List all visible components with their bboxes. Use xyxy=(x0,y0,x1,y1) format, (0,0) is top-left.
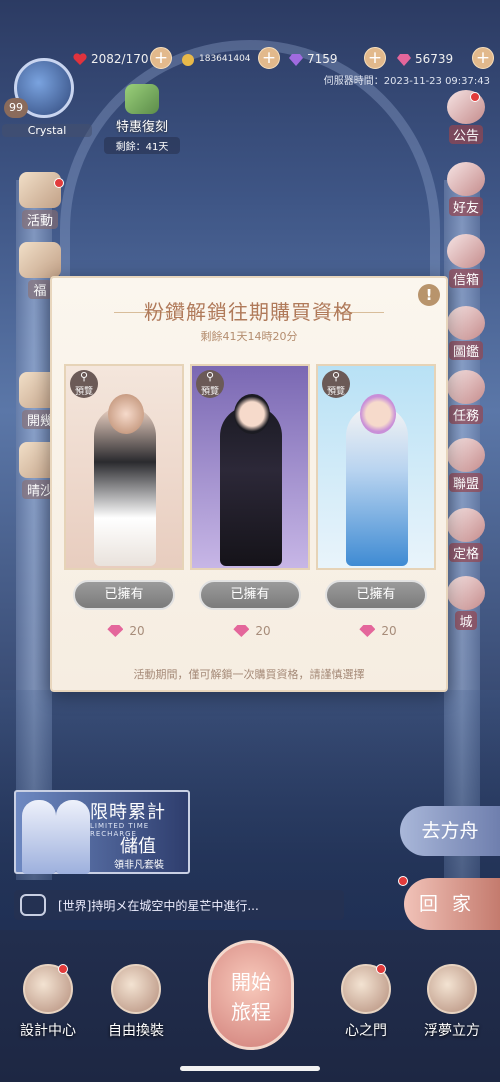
nav-label: 心之門 xyxy=(345,1023,387,1039)
preview-button[interactable]: ⚲ 預覽 xyxy=(70,370,98,398)
start-journey-button[interactable]: 開始 旅程 xyxy=(208,940,294,1050)
pink-diamond-counter: 56739 xyxy=(396,50,453,68)
price-3: 20 xyxy=(338,624,418,638)
owned-button-1[interactable]: 已擁有 xyxy=(73,580,175,610)
notification-dot xyxy=(376,964,386,974)
side-item-label: 信箱 xyxy=(448,269,483,288)
banner-caption: 領非凡套裝 xyxy=(114,860,164,871)
friend-icon xyxy=(447,162,485,196)
nav-heart-door[interactable]: 心之門 xyxy=(326,964,406,1040)
side-item-label: 活動 xyxy=(21,210,58,229)
cube-icon xyxy=(427,964,477,1014)
magnifier-icon: ⚲ xyxy=(205,370,215,383)
banner-character-1 xyxy=(22,800,56,874)
preview-button[interactable]: ⚲ 預覽 xyxy=(322,370,350,398)
pink-diamond-icon xyxy=(359,625,376,637)
side-item-friend[interactable]: 好友 xyxy=(440,162,492,216)
pink-diamond-icon xyxy=(107,625,124,637)
magnifier-icon: ⚲ xyxy=(79,370,89,383)
offer-label: 特惠復刻 xyxy=(115,120,168,135)
preview-button[interactable]: ⚲ 預覽 xyxy=(196,370,224,398)
notification-dot xyxy=(398,876,408,886)
pink-diamond-icon xyxy=(397,54,411,66)
nav-label: 設計中心 xyxy=(20,1023,76,1039)
popup-note: 活動期間，僅可解鎖一次購買資格，請謹慎選擇 xyxy=(133,668,365,681)
notification-dot xyxy=(470,92,480,102)
heart-icon xyxy=(73,53,87,65)
dress-icon xyxy=(111,964,161,1014)
pink-diamond-icon xyxy=(233,625,250,637)
outfit-head xyxy=(360,394,396,434)
nav-label: 自由換裝 xyxy=(108,1023,164,1039)
price-1: 20 xyxy=(86,624,166,638)
world-chat[interactable]: [世界]持明メ在城空中的星芒中進行... xyxy=(14,890,344,920)
chat-icon xyxy=(20,894,46,916)
add-pink-diamond-button[interactable]: + xyxy=(472,47,494,69)
chat-message: [世界]持明メ在城空中的星芒中進行... xyxy=(58,898,259,913)
offer-remaining: 剩餘：41天 xyxy=(104,137,180,154)
outfit-card-3[interactable]: ⚲ 預覽 xyxy=(316,364,436,570)
go-home-button[interactable]: 回家 xyxy=(404,878,500,930)
welfare-icon xyxy=(19,242,61,278)
home-indicator[interactable] xyxy=(180,1066,320,1071)
start-label-1: 開始 xyxy=(231,970,271,994)
banner-title-2: 儲值 xyxy=(120,836,156,857)
outfit-card-2[interactable]: ⚲ 預覽 xyxy=(190,364,310,570)
outfit-head xyxy=(108,394,144,434)
stamina-counter: 2082/170 xyxy=(72,50,149,68)
side-item-label: 任務 xyxy=(448,405,483,424)
start-label-2: 旅程 xyxy=(231,1000,271,1024)
side-item-label: 定格 xyxy=(448,543,483,562)
activity-icon xyxy=(19,172,61,208)
catalog-icon xyxy=(447,306,485,340)
mail-icon xyxy=(447,234,485,268)
add-stamina-button[interactable]: + xyxy=(150,47,172,69)
player-level: 99 xyxy=(4,98,28,118)
owned-button-3[interactable]: 已擁有 xyxy=(325,580,427,610)
task-icon xyxy=(447,370,485,404)
price-2: 20 xyxy=(212,624,292,638)
unlock-popup: ! 粉鑽解鎖往期購買資格 剩餘41天14時20分 ⚲ 預覽 ⚲ 預覽 ⚲ 預覽 已擁有… xyxy=(50,276,448,692)
nav-dream-cube[interactable]: 浮夢立方 xyxy=(412,964,492,1040)
outfit-card-1[interactable]: ⚲ 預覽 xyxy=(64,364,184,570)
banner-title: 限時累計 xyxy=(90,802,166,823)
banner-character-2 xyxy=(56,800,90,874)
nav-label: 浮夢立方 xyxy=(424,1023,480,1039)
owned-button-2[interactable]: 已擁有 xyxy=(199,580,301,610)
side-item-label: 城 xyxy=(455,611,477,630)
side-item-label: 好友 xyxy=(448,197,483,216)
outfit-head xyxy=(234,394,270,434)
city-icon xyxy=(447,576,485,610)
magnifier-icon: ⚲ xyxy=(331,370,341,383)
side-item-label: 公告 xyxy=(448,125,483,144)
popup-countdown: 剩餘41天14時20分 xyxy=(200,330,298,343)
nav-free-dressing[interactable]: 自由換裝 xyxy=(96,964,176,1040)
cat-coin-icon xyxy=(182,54,194,66)
side-item-notice[interactable]: 公告 xyxy=(440,90,492,144)
alliance-icon xyxy=(447,438,485,472)
diamond-counter: 7159 xyxy=(288,50,338,68)
diamond-icon xyxy=(289,54,303,66)
gold-counter: 183641404 xyxy=(180,50,251,68)
nav-design-center[interactable]: 設計中心 xyxy=(8,964,88,1040)
side-item-label: 福 xyxy=(28,280,52,299)
notification-dot xyxy=(54,178,64,188)
recharge-banner[interactable]: 限時累計 LIMITED TIME RECHARGE 儲值 領非凡套裝 xyxy=(14,790,190,874)
add-gold-button[interactable]: + xyxy=(258,47,280,69)
popup-title: 粉鑽解鎖往期購買資格 xyxy=(144,300,354,324)
snapshot-icon xyxy=(447,508,485,542)
go-ark-button[interactable]: 去方舟 xyxy=(400,806,500,856)
side-item-label: 聯盟 xyxy=(448,473,483,492)
server-time: 伺服器時間：2023-11-23 09:37:43 xyxy=(323,76,490,87)
player-name: Crystal xyxy=(2,124,92,137)
offer-icon xyxy=(125,84,159,114)
side-item-label: 圖鑑 xyxy=(448,341,483,360)
add-diamond-button[interactable]: + xyxy=(364,47,386,69)
notification-dot xyxy=(58,964,68,974)
special-offer-button[interactable]: 特惠復刻 剩餘：41天 xyxy=(104,84,180,154)
